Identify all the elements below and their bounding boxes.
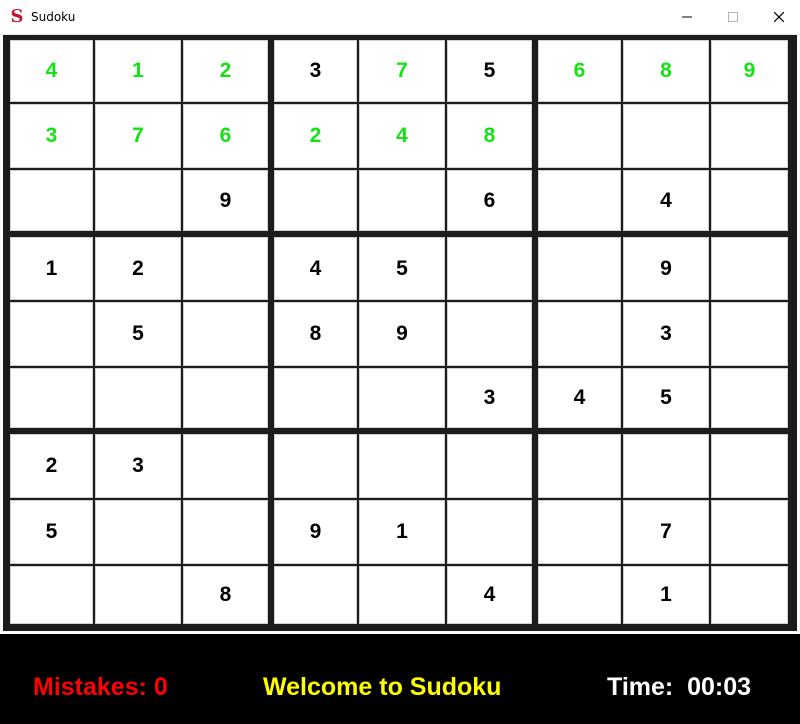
- sudoku-cell[interactable]: [447, 302, 532, 366]
- sudoku-cell[interactable]: [711, 500, 788, 564]
- sudoku-cell[interactable]: 4: [274, 237, 357, 300]
- sudoku-cell[interactable]: 6: [183, 104, 268, 168]
- sudoku-cell[interactable]: [623, 434, 709, 498]
- mistakes-counter: Mistakes: 0: [33, 673, 168, 701]
- sudoku-cell[interactable]: [711, 368, 788, 428]
- sudoku-cell[interactable]: [10, 368, 93, 428]
- sudoku-cell[interactable]: 9: [711, 40, 788, 102]
- sudoku-cell[interactable]: [10, 566, 93, 624]
- sudoku-cell[interactable]: 2: [95, 237, 181, 300]
- sudoku-cell[interactable]: 7: [359, 40, 445, 102]
- sudoku-cell[interactable]: [183, 302, 268, 366]
- sudoku-cell[interactable]: [10, 302, 93, 366]
- sudoku-cell[interactable]: [274, 170, 357, 231]
- sudoku-cell[interactable]: 3: [623, 302, 709, 366]
- sudoku-cell[interactable]: 2: [183, 40, 268, 102]
- sudoku-cell[interactable]: 3: [10, 104, 93, 168]
- maximize-button[interactable]: [710, 0, 756, 34]
- sudoku-cell[interactable]: 4: [359, 104, 445, 168]
- sudoku-cell[interactable]: [623, 104, 709, 168]
- sudoku-cell[interactable]: 2: [274, 104, 357, 168]
- sudoku-cell[interactable]: [447, 434, 532, 498]
- sudoku-cell[interactable]: 5: [623, 368, 709, 428]
- sudoku-cell[interactable]: 6: [447, 170, 532, 231]
- sudoku-cell[interactable]: [95, 368, 181, 428]
- sudoku-cell[interactable]: [711, 170, 788, 231]
- sudoku-cell[interactable]: 4: [538, 368, 621, 428]
- sudoku-cell[interactable]: [711, 302, 788, 366]
- sudoku-cell[interactable]: [538, 302, 621, 366]
- sudoku-cell[interactable]: [95, 500, 181, 564]
- title-bar: S Sudoku: [0, 0, 800, 35]
- sudoku-cell[interactable]: 9: [183, 170, 268, 231]
- sudoku-cell[interactable]: 9: [623, 237, 709, 300]
- minimize-icon: [682, 16, 692, 18]
- sudoku-cell[interactable]: [538, 566, 621, 624]
- sudoku-cell[interactable]: [359, 566, 445, 624]
- sudoku-cell[interactable]: 1: [10, 237, 93, 300]
- sudoku-cell[interactable]: 9: [274, 500, 357, 564]
- welcome-message: Welcome to Sudoku: [263, 673, 502, 701]
- maximize-icon: [728, 12, 738, 22]
- sudoku-board: 412375689376248964124595893345235917841: [3, 35, 797, 631]
- sudoku-cell[interactable]: [183, 500, 268, 564]
- sudoku-cell[interactable]: 4: [623, 170, 709, 231]
- sudoku-cell[interactable]: [447, 500, 532, 564]
- sudoku-cell[interactable]: 1: [95, 40, 181, 102]
- sudoku-cell[interactable]: [711, 566, 788, 624]
- sudoku-cell[interactable]: [538, 237, 621, 300]
- minimize-button[interactable]: [664, 0, 710, 34]
- sudoku-cell[interactable]: 5: [10, 500, 93, 564]
- sudoku-cell[interactable]: [274, 434, 357, 498]
- sudoku-cell[interactable]: 1: [359, 500, 445, 564]
- sudoku-cell[interactable]: 8: [274, 302, 357, 366]
- sudoku-cell[interactable]: [538, 434, 621, 498]
- sudoku-cell[interactable]: [274, 566, 357, 624]
- sudoku-cell[interactable]: 3: [274, 40, 357, 102]
- window-title: Sudoku: [31, 10, 76, 24]
- sudoku-cell[interactable]: 8: [183, 566, 268, 624]
- sudoku-cell[interactable]: [359, 434, 445, 498]
- sudoku-cell[interactable]: 7: [623, 500, 709, 564]
- sudoku-cell[interactable]: 5: [359, 237, 445, 300]
- sudoku-cell[interactable]: 1: [623, 566, 709, 624]
- sudoku-cell[interactable]: [10, 170, 93, 231]
- sudoku-app-icon: S: [10, 6, 24, 27]
- close-icon: [774, 12, 784, 22]
- sudoku-cell[interactable]: [183, 368, 268, 428]
- sudoku-cell[interactable]: [538, 170, 621, 231]
- sudoku-cell[interactable]: 8: [447, 104, 532, 168]
- sudoku-cell[interactable]: [95, 170, 181, 231]
- sudoku-cell[interactable]: 3: [447, 368, 532, 428]
- sudoku-cell[interactable]: 2: [10, 434, 93, 498]
- sudoku-cell[interactable]: [711, 104, 788, 168]
- sudoku-cell[interactable]: [711, 237, 788, 300]
- sudoku-cell[interactable]: 4: [447, 566, 532, 624]
- sudoku-cell[interactable]: 5: [95, 302, 181, 366]
- sudoku-cell[interactable]: [183, 237, 268, 300]
- sudoku-cell[interactable]: 5: [447, 40, 532, 102]
- sudoku-cell[interactable]: 6: [538, 40, 621, 102]
- sudoku-cell[interactable]: [538, 500, 621, 564]
- sudoku-cell[interactable]: [274, 368, 357, 428]
- close-button[interactable]: [756, 0, 800, 34]
- sudoku-cell[interactable]: [95, 566, 181, 624]
- sudoku-cell[interactable]: [447, 237, 532, 300]
- sudoku-cell[interactable]: [359, 170, 445, 231]
- sudoku-cell[interactable]: 3: [95, 434, 181, 498]
- sudoku-cell[interactable]: 9: [359, 302, 445, 366]
- sudoku-cell[interactable]: [183, 434, 268, 498]
- sudoku-cell[interactable]: 4: [10, 40, 93, 102]
- sudoku-cell[interactable]: [538, 104, 621, 168]
- sudoku-cell[interactable]: 8: [623, 40, 709, 102]
- sudoku-cell[interactable]: [359, 368, 445, 428]
- sudoku-cell[interactable]: 7: [95, 104, 181, 168]
- timer: Time: 00:03: [607, 673, 752, 701]
- sudoku-cell[interactable]: [711, 434, 788, 498]
